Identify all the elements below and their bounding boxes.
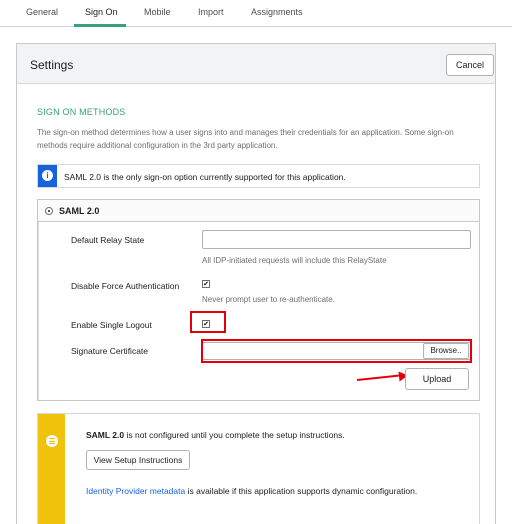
idp-metadata-link[interactable]: Identity Provider metadata <box>86 486 185 496</box>
disable-force-auth-hint: Never prompt user to re-authenticate. <box>202 295 335 304</box>
radio-selected-dot <box>48 210 50 212</box>
tab-general[interactable]: General <box>26 7 58 17</box>
tab-sign-on[interactable]: Sign On <box>85 7 118 17</box>
setup-callout: SAML 2.0 is not configured until you com… <box>37 413 480 524</box>
metadata-text: is available if this application support… <box>185 486 418 496</box>
single-logout-highlight <box>190 311 226 333</box>
saml-option-header[interactable]: SAML 2.0 <box>38 200 479 222</box>
info-message: SAML 2.0 is the only sign-on option curr… <box>64 172 346 182</box>
view-setup-instructions-button[interactable]: View Setup Instructions <box>86 450 190 470</box>
relay-state-input[interactable] <box>202 230 471 249</box>
tab-mobile[interactable]: Mobile <box>144 7 171 17</box>
settings-panel: Settings Cancel SIGN ON METHODS The sign… <box>16 43 496 524</box>
disable-force-auth-checkbox[interactable]: ✔ <box>202 280 210 288</box>
signature-cert-label: Signature Certificate <box>71 346 149 356</box>
metadata-line: Identity Provider metadata is available … <box>86 486 417 496</box>
upload-button[interactable]: Upload <box>405 368 469 390</box>
active-tab-indicator <box>74 24 126 27</box>
sign-on-methods-heading: SIGN ON METHODS <box>37 107 126 117</box>
panel-header: Settings Cancel <box>17 44 495 84</box>
setup-strip <box>38 414 65 524</box>
setup-message-bold: SAML 2.0 <box>86 430 125 440</box>
app-tabs: General Sign On Mobile Import Assignment… <box>0 0 512 27</box>
cancel-button[interactable]: Cancel <box>446 54 494 76</box>
tab-import[interactable]: Import <box>198 7 224 17</box>
tab-assignments[interactable]: Assignments <box>251 7 303 17</box>
relay-state-hint: All IDP-initiated requests will include … <box>202 256 387 265</box>
info-strip: i <box>38 165 57 187</box>
saml-option-label: SAML 2.0 <box>59 206 100 216</box>
setup-message: SAML 2.0 is not configured until you com… <box>86 430 345 440</box>
signature-cert-highlight <box>201 339 472 363</box>
setup-message-text: is not configured until you complete the… <box>124 430 345 440</box>
panel-title: Settings <box>30 58 74 72</box>
disable-force-auth-label: Disable Force Authentication <box>71 281 180 291</box>
relay-state-label: Default Relay State <box>71 235 145 245</box>
info-callout: i SAML 2.0 is the only sign-on option cu… <box>37 164 480 188</box>
list-icon <box>46 435 58 447</box>
single-logout-label: Enable Single Logout <box>71 320 152 330</box>
info-icon: i <box>42 170 53 181</box>
saml-radio-button[interactable] <box>45 207 53 215</box>
sign-on-methods-description: The sign-on method determines how a user… <box>37 128 454 150</box>
